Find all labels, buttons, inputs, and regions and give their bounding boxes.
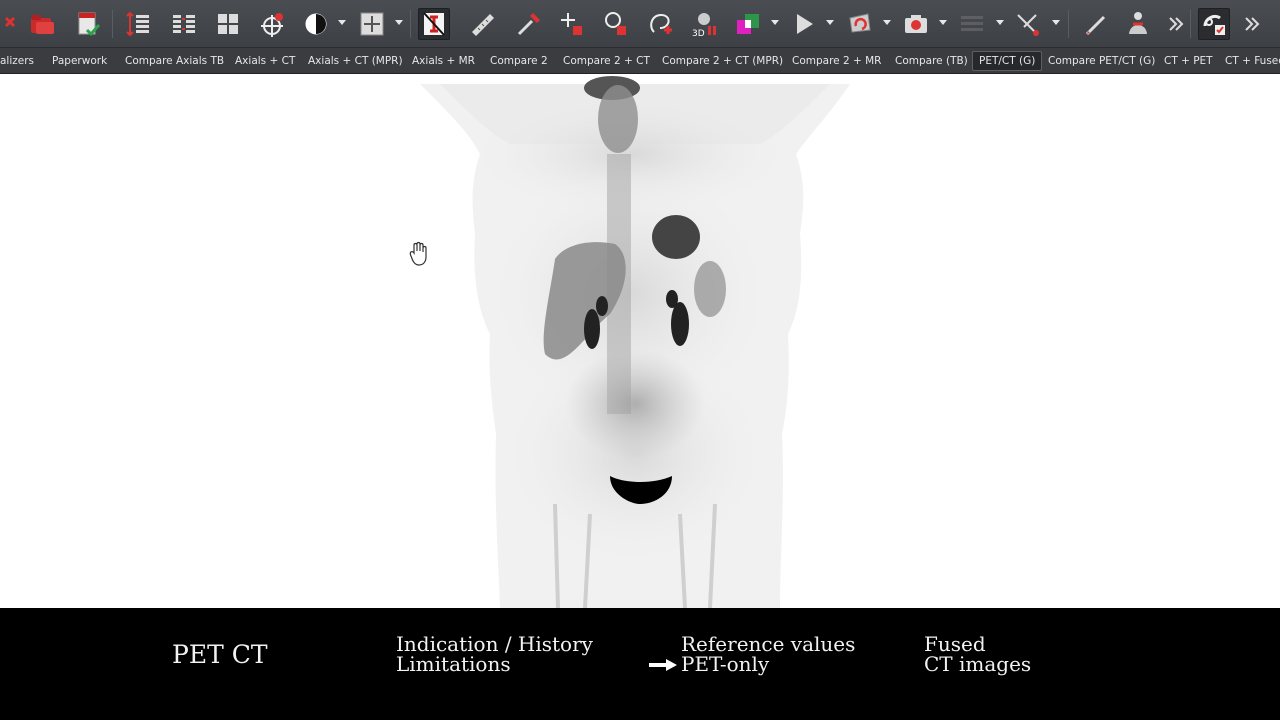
pan-zoom-dropdown[interactable] <box>395 20 403 25</box>
tab-ct-pet[interactable]: CT + PET <box>1158 51 1219 71</box>
topic-line: Limitations <box>396 652 511 676</box>
rotate-dropdown[interactable] <box>883 20 891 25</box>
open-folder-icon[interactable] <box>26 8 58 40</box>
report-icon[interactable] <box>72 8 104 40</box>
probe-icon[interactable] <box>512 8 544 40</box>
fusion-dropdown[interactable] <box>771 20 779 25</box>
tab-axials-ct-mpr[interactable]: Axials + CT (MPR) <box>302 51 409 71</box>
current-topic-arrow-icon <box>649 659 677 671</box>
cine-play-icon[interactable] <box>788 8 820 40</box>
tab-axials-mr[interactable]: Axials + MR <box>406 51 481 71</box>
tab-compare-2-mr[interactable]: Compare 2 + MR <box>786 51 887 71</box>
topic-line: PET-only <box>681 652 770 676</box>
cut-dropdown[interactable] <box>1052 20 1060 25</box>
invert-icon[interactable] <box>418 8 450 40</box>
topic-fused-ct: Fused CT images <box>924 634 1031 674</box>
tab-axials-ct[interactable]: Axials + CT <box>229 51 301 71</box>
image-viewport[interactable] <box>0 74 1280 608</box>
stack-scroll-icon[interactable] <box>122 8 154 40</box>
section-title: PET CT <box>172 640 268 669</box>
fusion-icon[interactable] <box>732 8 764 40</box>
pan-zoom-icon[interactable] <box>356 8 388 40</box>
layout-tabs: alizers Paperwork Compare Axials TB Axia… <box>0 48 1280 74</box>
tab-pet-ct-g[interactable]: PET/CT (G) <box>972 51 1043 71</box>
slide-footer: PET CT Indication / History Limitations … <box>0 608 1280 720</box>
tab-visualizers[interactable]: alizers <box>0 51 40 71</box>
cine-dropdown[interactable] <box>826 20 834 25</box>
layout-grid-icon[interactable] <box>212 8 244 40</box>
window-level-dropdown[interactable] <box>338 20 346 25</box>
lasso-icon[interactable] <box>644 8 676 40</box>
topic-line: Fused <box>924 632 986 656</box>
more-tools-icon[interactable] <box>1160 8 1192 40</box>
pet-mip-image <box>420 76 850 608</box>
mip-icon[interactable] <box>956 8 988 40</box>
tab-compare-2[interactable]: Compare 2 <box>484 51 554 71</box>
topic-indication-limitations: Indication / History Limitations <box>396 634 593 674</box>
anatomy-icon[interactable] <box>1122 8 1154 40</box>
snapshot-icon[interactable] <box>900 8 932 40</box>
overflow-chevron-icon[interactable] <box>1236 8 1268 40</box>
tab-compare-tb[interactable]: Compare (TB) <box>889 51 974 71</box>
annotate-pen-icon[interactable] <box>1080 8 1112 40</box>
crosshair-icon[interactable] <box>256 8 288 40</box>
tab-compare-axials-tb[interactable]: Compare Axials TB <box>119 51 230 71</box>
point-icon[interactable] <box>556 8 588 40</box>
3d-icon[interactable]: 3D <box>688 8 720 40</box>
tab-compare-2-ct-mpr[interactable]: Compare 2 + CT (MPR) <box>656 51 789 71</box>
mip-dropdown[interactable] <box>996 20 1004 25</box>
snapshot-dropdown[interactable] <box>939 20 947 25</box>
topic-line: Indication / History <box>396 632 593 656</box>
topic-line: Reference values <box>681 632 856 656</box>
tab-paperwork[interactable]: Paperwork <box>46 51 113 71</box>
cut-icon[interactable] <box>1012 8 1044 40</box>
roi-icon[interactable] <box>600 8 632 40</box>
topic-line: CT images <box>924 652 1032 676</box>
hand-cursor-icon <box>409 241 427 266</box>
workflow-icon[interactable] <box>1198 8 1230 40</box>
sync-stack-icon[interactable] <box>168 8 200 40</box>
main-toolbar: 3D <box>0 0 1280 48</box>
close-study-icon[interactable] <box>0 8 18 40</box>
3d-badge: 3D <box>692 29 705 38</box>
rotate-icon[interactable] <box>844 8 876 40</box>
window-level-icon[interactable] <box>300 8 332 40</box>
tab-compare-pet-ct-g[interactable]: Compare PET/CT (G) <box>1042 51 1161 71</box>
topic-reference-values: Reference values PET-only <box>681 634 855 674</box>
tab-compare-2-ct[interactable]: Compare 2 + CT <box>557 51 656 71</box>
tab-ct-fused[interactable]: CT + Fusec <box>1219 51 1280 71</box>
ruler-icon[interactable] <box>466 8 498 40</box>
